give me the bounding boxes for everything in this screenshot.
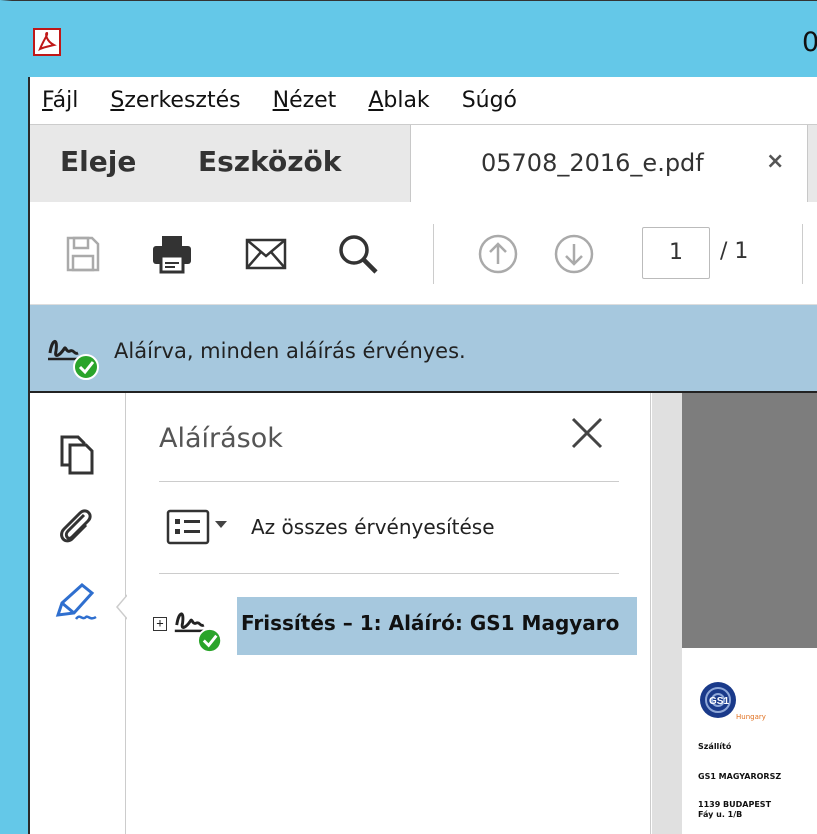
menu-file[interactable]: Fájl — [42, 88, 78, 113]
document-tab-name: 05708_2016_e.pdf — [481, 149, 704, 177]
doc-text-line: 1139 BUDAPEST — [698, 800, 772, 809]
attachment-icon[interactable] — [52, 501, 100, 549]
signature-valid-icon[interactable] — [44, 325, 104, 381]
tabs-overflow — [808, 125, 817, 203]
signatures-panel: Aláírások Az összes érvényesítése + Fris… — [127, 393, 651, 834]
svg-text:GS1: GS1 — [709, 696, 729, 707]
arrow-down-icon[interactable] — [552, 232, 596, 276]
menu-bar: Fájl Szerkesztés Nézet Ablak Súgó — [30, 77, 817, 124]
sign-pen-icon[interactable] — [52, 579, 100, 627]
close-icon[interactable] — [567, 413, 607, 453]
tabs-row: Eleje Eszközök 05708_2016_e.pdf × — [30, 124, 817, 203]
gs1-hungary-label: Hungary — [736, 713, 766, 721]
menu-help[interactable]: Súgó — [462, 88, 517, 113]
acrobat-window: Fájl Szerkesztés Nézet Ablak Súgó Eleje … — [28, 77, 817, 834]
document-tab-close-button[interactable]: × — [766, 149, 784, 174]
doc-text-line: GS1 MAGYARORSZ — [698, 772, 782, 781]
document-page: GS1 Hungary Szállító GS1 MAGYARORSZ 1139… — [682, 648, 817, 834]
signature-entry[interactable]: + Frissítés – 1: Aláíró: GS1 Magyaro — [153, 591, 637, 661]
page-total: / 1 — [720, 239, 749, 264]
toolbar-separator — [433, 224, 434, 284]
menu-window[interactable]: Ablak — [368, 88, 429, 113]
email-icon[interactable] — [244, 232, 288, 276]
tab-tools[interactable]: Eszközök — [198, 145, 341, 178]
chevron-down-icon[interactable] — [215, 521, 227, 528]
list-options-icon[interactable] — [165, 507, 211, 547]
toolbar: 1 / 1 — [30, 202, 817, 305]
signature-entry-label[interactable]: Frissítés – 1: Aláíró: GS1 Magyaro — [237, 597, 637, 655]
validate-all-link[interactable]: Az összes érvényesítése — [251, 515, 495, 539]
document-view[interactable]: GS1 Hungary Szállító GS1 MAGYARORSZ 1139… — [652, 393, 817, 834]
signature-status-message: Aláírva, minden aláírás érvényes. — [114, 339, 466, 363]
tab-home[interactable]: Eleje — [60, 145, 136, 178]
pages-icon[interactable] — [52, 429, 100, 477]
menu-view[interactable]: Nézet — [273, 88, 337, 113]
arrow-up-icon[interactable] — [476, 232, 520, 276]
tree-expander-button[interactable]: + — [153, 617, 167, 631]
menu-edit[interactable]: Szerkesztés — [110, 88, 240, 113]
search-icon[interactable] — [336, 232, 380, 276]
signature-valid-icon — [174, 612, 223, 654]
window-frame-left — [0, 0, 28, 834]
title-bar[interactable]: 05 — [0, 0, 817, 77]
signature-status-bar: Aláírva, minden aláírás érvényes. — [30, 305, 817, 393]
toolbar-separator — [802, 224, 803, 284]
divider — [159, 481, 619, 482]
navigation-rail — [30, 393, 129, 834]
doc-text-line: Fáy u. 1/B — [698, 810, 743, 819]
print-icon[interactable] — [150, 232, 194, 276]
tab-document[interactable]: 05708_2016_e.pdf × — [410, 125, 808, 203]
save-icon[interactable] — [60, 232, 104, 276]
window-title: 05 — [802, 27, 817, 58]
divider — [159, 573, 619, 574]
doc-text-line: Szállító — [698, 742, 732, 751]
pdf-app-icon[interactable] — [32, 27, 62, 57]
page-background — [682, 393, 817, 648]
panel-title: Aláírások — [159, 423, 283, 454]
page-number-input[interactable]: 1 — [642, 227, 710, 279]
